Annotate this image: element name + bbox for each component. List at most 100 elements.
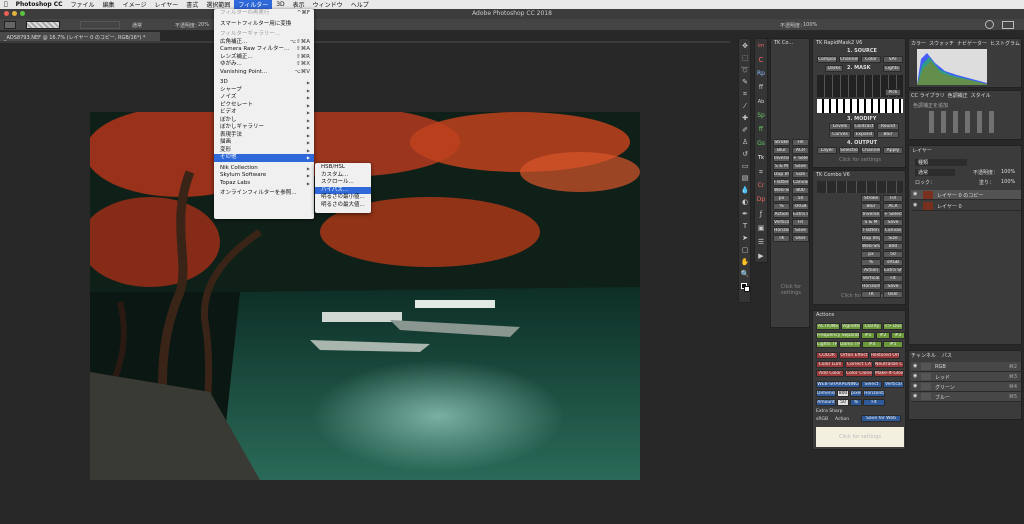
mode-label[interactable]: 通常 (132, 22, 142, 29)
adjustments-panel-tab[interactable]: CC ライブラリ (911, 92, 945, 99)
tk-mini-button[interactable]: Web-Sharpen (773, 187, 790, 194)
color-action-button[interactable]: Make-It-Glow (874, 370, 904, 377)
adjustment-icons[interactable] (929, 111, 999, 133)
action-button[interactable]: Darks TP (839, 341, 861, 348)
tk-ff2-icon[interactable]: ff (756, 125, 766, 135)
tk-mini-button[interactable]: Canvas (792, 179, 809, 186)
histogram-panel-tab[interactable]: カラー (911, 40, 926, 47)
tk-mini-button[interactable]: S & M (773, 163, 790, 170)
web-action-button[interactable]: Vertical (883, 381, 904, 388)
tk-combo-button[interactable]: Save (883, 219, 903, 226)
tk-mini-button[interactable]: TK (773, 235, 790, 242)
pen-tool-icon[interactable]: ✒ (740, 209, 750, 219)
tk-combo-button[interactable]: px (861, 251, 881, 258)
eye-icon[interactable]: ◉ (913, 383, 917, 389)
tk-combo-button[interactable]: sRGB (883, 259, 903, 266)
color-action-button[interactable]: Add Color (816, 370, 844, 377)
modify-button[interactable]: Expand (853, 131, 875, 138)
eye-icon[interactable]: ◉ (913, 202, 917, 208)
channels-panel-tab[interactable]: パス (942, 352, 952, 359)
tk-fx-icon[interactable]: ƒ (756, 209, 766, 219)
tk-combo-button[interactable]: Stroke (861, 195, 881, 202)
action-button[interactable]: <> Dust (883, 323, 903, 330)
tk-combo-button[interactable]: Horizontal (861, 283, 881, 290)
tk-save-icon[interactable]: ▣ (756, 223, 766, 233)
tk-mini-button[interactable]: Inverse (773, 155, 790, 162)
channel-row[interactable]: ◉ RGB ⌘2 (911, 362, 1021, 372)
filter-menu-item[interactable]: 3D ▶ (214, 79, 314, 87)
submenu-item[interactable]: 明るさの最小値... (315, 194, 371, 202)
opacity-value[interactable]: 20% (198, 22, 209, 28)
hand-tool-icon[interactable]: ✋ (740, 257, 750, 267)
submenu-item[interactable]: カスタム... (315, 172, 371, 180)
healing-icon[interactable]: ✚ (740, 113, 750, 123)
filter-menu-item[interactable]: ノイズ ▶ (214, 94, 314, 102)
tk-combo-button[interactable]: Extra Sharp (883, 267, 903, 274)
tk-crop-icon[interactable]: ⌗ (756, 167, 766, 177)
submenu-item[interactable]: ハイパス... (315, 186, 371, 194)
tk-mini-button[interactable]: Horizontal (773, 227, 790, 234)
channel-row[interactable]: ◉ ブルー ⌘5 (911, 392, 1021, 402)
modify-button[interactable]: Contract (853, 123, 875, 130)
tk-combo-button[interactable]: TK (861, 291, 881, 298)
workspace-icon[interactable] (1002, 21, 1014, 29)
history-brush-icon[interactable]: ↺ (740, 149, 750, 159)
filter-menu-item[interactable]: ビデオ ▶ (214, 109, 314, 117)
output-button[interactable]: Apply (883, 147, 903, 154)
filter-menu-item[interactable]: 表現手法 ▶ (214, 132, 314, 140)
menu-select[interactable]: 選択範囲 (202, 0, 234, 9)
channel-row[interactable]: ◉ グリーン ⌘4 (911, 382, 1021, 392)
eye-icon[interactable]: ◉ (913, 363, 917, 369)
color-swatches[interactable] (741, 283, 750, 292)
tk-combo-button[interactable]: ACR (883, 203, 903, 210)
tk-tk-icon[interactable]: Tk (756, 153, 766, 163)
action-checkbox[interactable]: Action (835, 417, 849, 422)
move-tool-icon[interactable]: ✥ (740, 41, 750, 51)
menu-edit[interactable]: 編集 (99, 0, 119, 9)
tk-combo-button[interactable]: Canvas (883, 227, 903, 234)
blend-mode[interactable]: 通常 (915, 169, 955, 176)
menu-file[interactable]: ファイル (67, 0, 99, 9)
eraser-icon[interactable]: ▭ (740, 161, 750, 171)
tk-mini-button[interactable]: Flatten (773, 179, 790, 186)
pick-button[interactable]: Pick (885, 89, 901, 96)
tk-combo-button[interactable]: Fill (883, 195, 903, 202)
fill-value[interactable]: 100% (1001, 179, 1015, 185)
tk-mini-button[interactable]: Save (792, 163, 809, 170)
action-button[interactable]: #2 (876, 332, 890, 339)
stamp-tool-icon[interactable]: ♙ (740, 137, 750, 147)
click-for-settings[interactable]: Click for settings (813, 157, 907, 163)
click-for-settings-button[interactable]: Click for settings (816, 427, 904, 447)
tk-mini-button[interactable]: Vertical (773, 219, 790, 226)
color-action-button[interactable]: Color Clone (845, 370, 873, 377)
filter-menu-item[interactable]: ぼかし ▶ (214, 117, 314, 125)
gradient-icon[interactable]: ▤ (740, 173, 750, 183)
tk-mini-button[interactable]: Dup Img (773, 171, 790, 178)
color-action-button[interactable]: Orton Effect (839, 352, 869, 359)
tool-preset-icon[interactable] (4, 21, 16, 29)
action-button[interactable]: #4 (862, 341, 882, 348)
tk-combo-button[interactable]: User (883, 291, 903, 298)
tk-rp-icon[interactable]: Rp (756, 69, 766, 79)
blur-tool-icon[interactable]: 💧 (740, 185, 750, 195)
marquee-tool-icon[interactable]: ⬚ (740, 53, 750, 63)
filter-menu-item[interactable]: Vanishing Point... ⌥⌘V (214, 69, 314, 77)
filter-menu-item[interactable]: その他 ▶ (214, 154, 314, 162)
tk-combo-button[interactable]: Fit (883, 275, 903, 282)
tk-combo-button[interactable]: Size (883, 235, 903, 242)
opacity-value[interactable]: 100% (1001, 169, 1015, 175)
mode-icons[interactable] (80, 21, 120, 29)
lasso-tool-icon[interactable]: ➰ (740, 65, 750, 75)
web-sharpen-dim_val[interactable]: 800 (837, 390, 849, 397)
tk-combo-button[interactable]: 800 (883, 243, 903, 250)
channels-panel-tab[interactable]: チャンネル (911, 352, 936, 359)
action-button[interactable]: #3 (891, 332, 905, 339)
tk-sp-icon[interactable]: Sp (756, 111, 766, 121)
tk-ab-icon[interactable]: Ab (756, 97, 766, 107)
menu-filter[interactable]: フィルター (234, 0, 273, 9)
output-button[interactable]: Channel (861, 147, 881, 154)
tk-combo-button[interactable]: Blur (861, 203, 881, 210)
tk-combo-icons[interactable] (817, 181, 903, 193)
filter-menu-item[interactable]: レンズ補正... ⇧⌘R (214, 54, 314, 62)
source-button[interactable]: SAT (883, 56, 903, 63)
